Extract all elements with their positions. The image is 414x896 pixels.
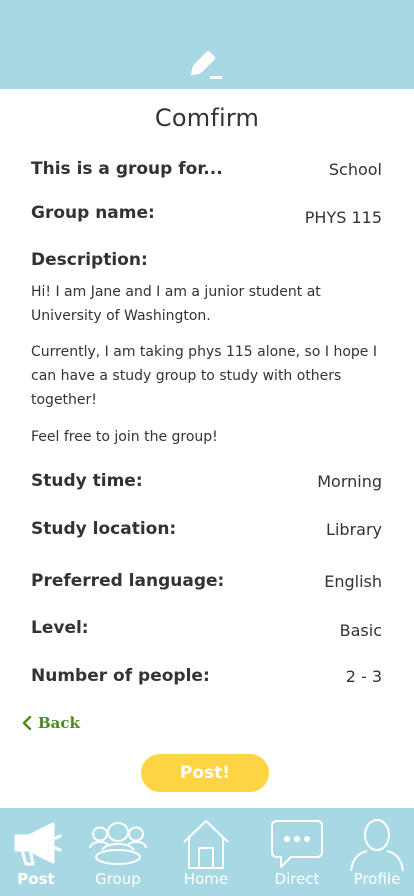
nav-label-post: Post	[17, 870, 55, 888]
group-name-value: PHYS 115	[304, 208, 382, 227]
level-value: Basic	[339, 621, 382, 640]
group-type-value: School	[328, 160, 382, 179]
post-button[interactable]: Post!	[141, 754, 269, 792]
study-location-label: Study location:	[31, 519, 177, 539]
description-paragraph-2: Currently, I am taking phys 115 alone, s…	[31, 344, 377, 408]
study-location-value: Library	[326, 520, 382, 539]
group-type-label: This is a group for...	[31, 159, 223, 179]
description-label: Description:	[31, 250, 148, 270]
nav-item-group[interactable]: Group	[78, 808, 158, 896]
megaphone-icon	[14, 822, 62, 866]
user-icon	[350, 819, 404, 872]
edit-pencil-icon	[190, 51, 222, 79]
nav-item-post[interactable]: Post	[0, 808, 76, 896]
back-link[interactable]: Back	[22, 714, 80, 732]
nav-label-home: Home	[183, 870, 229, 888]
description-paragraph-3: Feel free to join the group!	[31, 429, 218, 445]
top-bar	[0, 0, 414, 89]
nav-item-direct[interactable]: Direct	[257, 808, 337, 896]
page-title: Comfirm	[154, 104, 260, 132]
preferred-language-value: English	[324, 572, 382, 591]
preferred-language-label: Preferred language:	[31, 571, 225, 591]
group-icon	[89, 822, 147, 865]
bottom-nav: Post Group Home Direct Profile	[0, 808, 414, 896]
number-of-people-label: Number of people:	[31, 666, 210, 686]
description-paragraph-1: Hi! I am Jane and I am a junior student …	[31, 284, 321, 324]
level-label: Level:	[31, 618, 89, 638]
group-name-label: Group name:	[31, 203, 155, 223]
nav-label-group: Group	[95, 870, 141, 888]
back-label: Back	[38, 714, 80, 732]
chevron-left-icon	[22, 716, 32, 730]
nav-item-home[interactable]: Home	[166, 808, 246, 896]
nav-label-profile: Profile	[353, 870, 401, 888]
chat-bubble-icon	[271, 820, 323, 868]
number-of-people-value: 2 - 3	[345, 667, 382, 686]
home-icon	[183, 820, 229, 869]
nav-label-direct: Direct	[274, 870, 320, 888]
study-time-label: Study time:	[31, 471, 143, 491]
study-time-value: Morning	[317, 472, 382, 491]
nav-item-profile[interactable]: Profile	[337, 808, 414, 896]
